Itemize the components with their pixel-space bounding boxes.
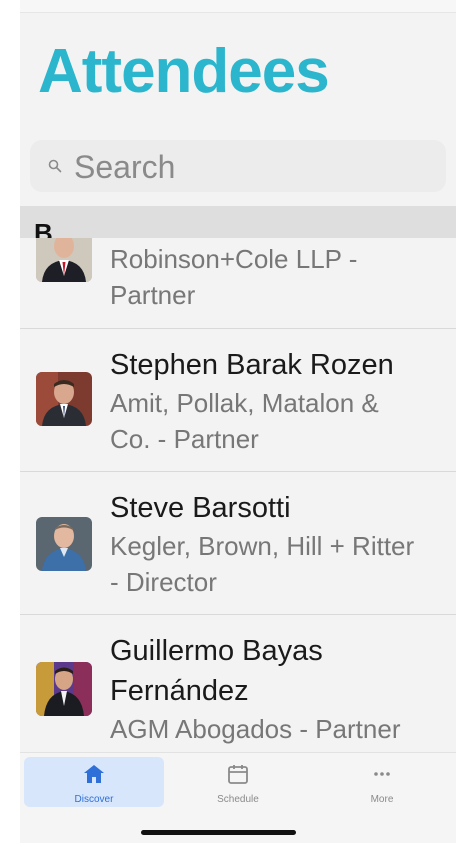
avatar [36, 662, 92, 716]
attendee-role: - Director [110, 567, 217, 597]
home-indicator [141, 830, 296, 835]
person-photo [36, 372, 92, 426]
person-photo [36, 662, 92, 716]
more-icon [374, 772, 390, 776]
attendee-company: AGM Abogados - Partner [110, 714, 401, 744]
person-photo [36, 238, 92, 282]
avatar [36, 238, 92, 282]
attendee-name: Guillermo Bayas [110, 635, 323, 667]
status-bar-strip [20, 0, 456, 13]
attendee-name: Stephen Barak Rozen [110, 349, 394, 381]
tab-label: Discover [74, 794, 114, 805]
attendee-name: Steve Barsotti [110, 492, 291, 524]
attendee-company: Amit, Pollak, Matalon & [110, 388, 379, 418]
tab-discover[interactable]: Discover [24, 757, 164, 807]
search-input[interactable] [72, 146, 436, 188]
attendee-row[interactable]: Stephen Barak Rozen Amit, Pollak, Matalo… [20, 329, 456, 472]
search-icon [48, 159, 62, 173]
tab-label: More [370, 794, 394, 805]
calendar-icon [228, 765, 248, 784]
attendee-role: Partner [110, 280, 196, 310]
tab-label: Schedule [217, 794, 259, 805]
attendee-company: Kegler, Brown, Hill + Ritter [110, 531, 415, 561]
attendee-role: Co. - Partner [110, 424, 259, 454]
app-screen: Attendees B Robinson+Cole LLP - [20, 0, 456, 843]
section-letter: B [34, 218, 53, 238]
tab-more[interactable]: More [312, 757, 452, 807]
attendee-row[interactable]: Robinson+Cole LLP - Partner [20, 238, 456, 329]
attendee-row[interactable]: Guillermo Bayas Fernández AGM Abogados -… [20, 615, 456, 752]
tab-schedule[interactable]: Schedule [168, 757, 308, 807]
avatar [36, 517, 92, 571]
section-header: B [20, 206, 456, 238]
attendee-list[interactable]: Robinson+Cole LLP - Partner Stephen Bara… [20, 238, 456, 752]
attendee-company: Robinson+Cole LLP - [110, 244, 358, 274]
person-photo [36, 517, 92, 571]
search-bar[interactable] [30, 140, 446, 192]
home-icon [84, 765, 104, 783]
avatar [36, 372, 92, 426]
page-title: Attendees [38, 37, 330, 106]
attendee-row[interactable]: Steve Barsotti Kegler, Brown, Hill + Rit… [20, 472, 456, 615]
attendee-name-continued: Fernández [110, 675, 249, 707]
